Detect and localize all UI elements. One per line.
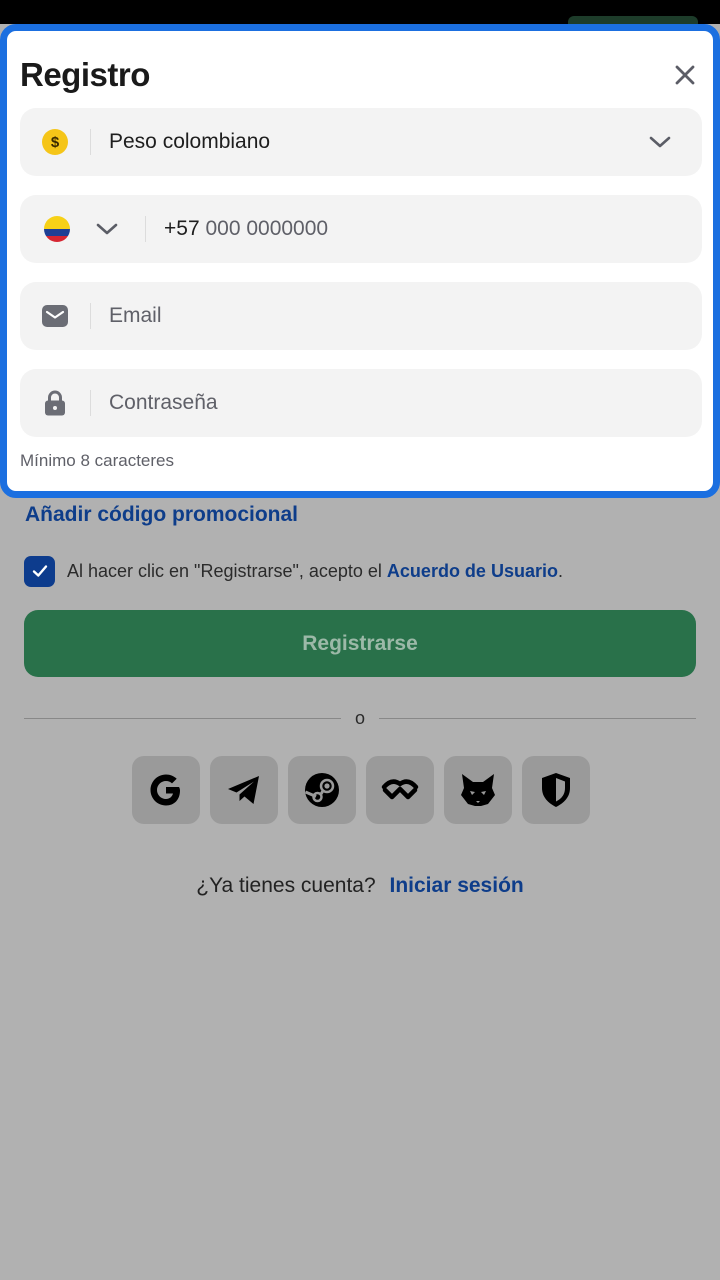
- walletconnect-login-button[interactable]: [366, 756, 434, 824]
- consent-checkbox[interactable]: [24, 555, 55, 587]
- metamask-icon: [461, 774, 495, 806]
- phone-placeholder: 000 0000000: [205, 217, 329, 240]
- email-placeholder: Email: [109, 304, 162, 327]
- registration-modal: Registro $ Peso colombiano +57 000 00000…: [0, 24, 720, 498]
- metamask-login-button[interactable]: [444, 756, 512, 824]
- modal-title: Registro: [20, 56, 150, 93]
- envelope-icon: [42, 305, 68, 327]
- google-icon: [150, 774, 180, 806]
- login-link[interactable]: Iniciar sesión: [390, 874, 524, 897]
- steam-login-button[interactable]: [288, 756, 356, 824]
- user-agreement-link[interactable]: Acuerdo de Usuario: [387, 561, 558, 581]
- close-button[interactable]: [669, 59, 701, 91]
- chevron-down-icon: [96, 223, 118, 235]
- add-promo-code-link[interactable]: Añadir código promocional: [25, 503, 298, 527]
- phone-input[interactable]: +57 000 0000000: [164, 217, 328, 241]
- shield-icon: [542, 773, 570, 807]
- lock-icon: [45, 390, 65, 416]
- consent-row: Al hacer clic en "Registrarse", acepto e…: [24, 555, 704, 587]
- telegram-icon: [228, 776, 259, 804]
- password-hint: Mínimo 8 caracteres: [20, 451, 174, 470]
- currency-value: Peso colombiano: [109, 130, 271, 153]
- google-login-button[interactable]: [132, 756, 200, 824]
- phone-field: +57 000 0000000: [20, 195, 702, 263]
- walletconnect-icon: [381, 779, 419, 800]
- login-prompt-text: ¿Ya tienes cuenta?: [196, 874, 376, 897]
- shield-login-button[interactable]: [522, 756, 590, 824]
- close-icon: [675, 65, 695, 85]
- consent-text: Al hacer clic en "Registrarse", acepto e…: [67, 560, 563, 581]
- email-field[interactable]: Email: [20, 282, 702, 350]
- register-button[interactable]: Registrarse: [24, 610, 696, 677]
- login-prompt-row: ¿Ya tienes cuenta? Iniciar sesión: [0, 874, 720, 898]
- phone-code: +57: [164, 217, 200, 240]
- password-placeholder: Contraseña: [109, 391, 218, 414]
- status-bar: [0, 0, 720, 26]
- colombia-flag-icon: [44, 216, 70, 242]
- currency-select[interactable]: $ Peso colombiano: [20, 108, 702, 176]
- password-field[interactable]: Contraseña: [20, 369, 702, 437]
- dollar-coin-icon: $: [42, 129, 68, 155]
- chevron-down-icon: [649, 136, 671, 148]
- social-login-row: [132, 756, 590, 824]
- country-code-select[interactable]: [20, 216, 145, 242]
- check-icon: [32, 565, 47, 577]
- or-divider: o: [24, 705, 696, 731]
- steam-icon: [304, 773, 339, 807]
- telegram-login-button[interactable]: [210, 756, 278, 824]
